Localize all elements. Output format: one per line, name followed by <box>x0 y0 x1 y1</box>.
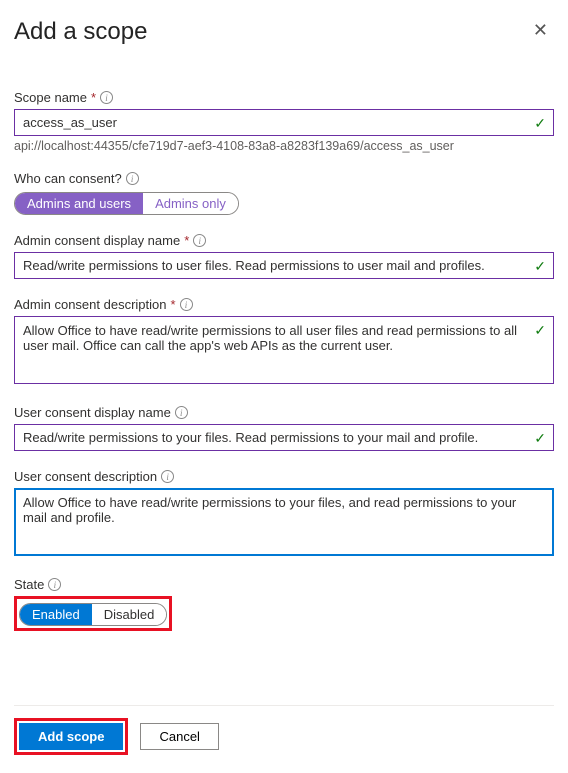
scope-uri-preview: api://localhost:44355/cfe719d7-aef3-4108… <box>14 139 554 153</box>
user-display-label: User consent display name <box>14 405 171 420</box>
admin-display-input[interactable] <box>14 252 554 279</box>
close-button[interactable]: ✕ <box>527 18 554 43</box>
info-icon[interactable]: i <box>193 234 206 247</box>
info-icon[interactable]: i <box>126 172 139 185</box>
user-desc-textarea[interactable] <box>14 488 554 556</box>
user-desc-label: User consent description <box>14 469 157 484</box>
consent-label: Who can consent? <box>14 171 122 186</box>
info-icon[interactable]: i <box>100 91 113 104</box>
add-scope-highlight: Add scope <box>14 718 128 755</box>
panel-title: Add a scope <box>14 18 147 46</box>
info-icon[interactable]: i <box>175 406 188 419</box>
state-disabled[interactable]: Disabled <box>92 604 167 625</box>
scope-name-label: Scope name <box>14 90 87 105</box>
state-highlight: Enabled Disabled <box>14 596 172 631</box>
close-icon: ✕ <box>533 20 548 40</box>
state-enabled[interactable]: Enabled <box>20 604 92 625</box>
state-toggle: Enabled Disabled <box>19 603 167 626</box>
info-icon[interactable]: i <box>161 470 174 483</box>
admin-display-label: Admin consent display name <box>14 233 180 248</box>
required-asterisk: * <box>91 90 96 105</box>
required-asterisk: * <box>170 297 175 312</box>
consent-toggle: Admins and users Admins only <box>14 192 239 215</box>
check-icon: ✓ <box>534 322 546 339</box>
add-scope-button[interactable]: Add scope <box>19 723 123 750</box>
check-icon: ✓ <box>534 115 546 132</box>
consent-admins-only[interactable]: Admins only <box>143 193 238 214</box>
admin-desc-textarea[interactable] <box>14 316 554 384</box>
info-icon[interactable]: i <box>180 298 193 311</box>
check-icon: ✓ <box>534 258 546 275</box>
admin-desc-label: Admin consent description <box>14 297 166 312</box>
consent-admins-users[interactable]: Admins and users <box>15 193 143 214</box>
cancel-button[interactable]: Cancel <box>140 723 218 750</box>
user-display-input[interactable] <box>14 424 554 451</box>
scope-name-input[interactable] <box>14 109 554 136</box>
state-label: State <box>14 577 44 592</box>
info-icon[interactable]: i <box>48 578 61 591</box>
check-icon: ✓ <box>534 430 546 447</box>
required-asterisk: * <box>184 233 189 248</box>
